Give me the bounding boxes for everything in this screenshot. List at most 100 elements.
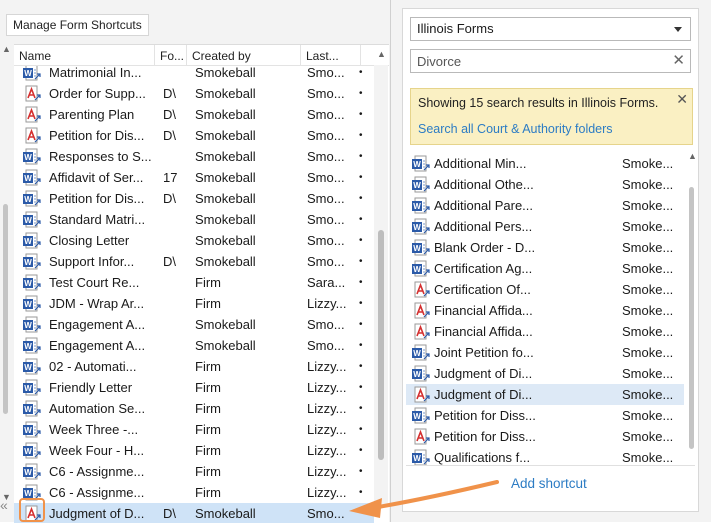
collapse-panel-icon[interactable]: « bbox=[0, 497, 8, 513]
shortcut-created-by: Firm bbox=[195, 275, 221, 290]
search-result-row[interactable]: W Blank Order - D... Smoke... bbox=[406, 237, 684, 258]
shortcut-more: • bbox=[359, 172, 363, 183]
shortcut-created-by: Firm bbox=[195, 359, 221, 374]
result-name: Financial Affida... bbox=[434, 303, 533, 318]
dropdown-selected-value: Illinois Forms bbox=[417, 21, 494, 36]
shortcut-row[interactable]: W Standard Matri... Smokeball Smo... • bbox=[14, 209, 374, 230]
search-input[interactable] bbox=[411, 50, 666, 72]
word-document-shortcut-icon: W bbox=[22, 148, 42, 165]
results-scroll-thumb[interactable] bbox=[689, 187, 694, 449]
search-result-row[interactable]: W Judgment of Di... Smoke... bbox=[406, 363, 684, 384]
shortcut-row[interactable]: W Automation Se... Firm Lizzy... • bbox=[14, 398, 374, 419]
shortcut-folder bbox=[163, 482, 187, 503]
shortcut-row[interactable]: W Petition for Dis... D\ Smokeball Smo... • bbox=[14, 188, 374, 209]
panel-scroll-thumb[interactable] bbox=[3, 204, 8, 414]
svg-text:W: W bbox=[413, 223, 421, 232]
search-result-row[interactable]: W Qualifications f... Smoke... bbox=[406, 447, 684, 466]
svg-text:W: W bbox=[24, 489, 32, 498]
shortcut-row[interactable]: W Friendly Letter Firm Lizzy... • bbox=[14, 377, 374, 398]
shortcut-last-modified: Lizzy... bbox=[307, 464, 347, 479]
shortcut-row[interactable]: W Support Infor... D\ Smokeball Smo... • bbox=[14, 251, 374, 272]
search-result-row[interactable]: W Certification Ag... Smoke... bbox=[406, 258, 684, 279]
word-document-shortcut-icon: W bbox=[411, 260, 431, 277]
panel-scrollbar[interactable]: ▲ ▼ bbox=[0, 44, 12, 504]
shortcut-row[interactable]: W C6 - Assignme... Firm Lizzy... • bbox=[14, 482, 374, 503]
shortcut-row[interactable]: W Affidavit of Ser... 17 Smokeball Smo... • bbox=[14, 167, 374, 188]
search-result-row[interactable]: Petition for Diss... Smoke... bbox=[406, 426, 684, 447]
column-header-created-by[interactable]: Created by bbox=[187, 45, 301, 66]
pdf-document-shortcut-icon bbox=[411, 386, 431, 403]
notice-text: Showing 15 search results in Illinois Fo… bbox=[418, 96, 659, 110]
shortcut-row[interactable]: Parenting Plan D\ Smokeball Smo... • bbox=[14, 104, 374, 125]
result-last-modified: Smoke... bbox=[622, 345, 674, 360]
search-field[interactable]: ✕ bbox=[410, 49, 691, 73]
shortcut-row[interactable]: W Test Court Re... Firm Sara... • bbox=[14, 272, 374, 293]
clear-search-icon[interactable]: ✕ bbox=[672, 51, 685, 71]
shortcut-last-modified: Lizzy... bbox=[307, 443, 347, 458]
shortcut-row[interactable]: Order for Supp... D\ Smokeball Smo... • bbox=[14, 83, 374, 104]
shortcut-folder bbox=[163, 230, 187, 251]
search-all-folders-link[interactable]: Search all Court & Authority folders bbox=[418, 122, 613, 136]
scroll-up-icon[interactable]: ▲ bbox=[688, 151, 697, 161]
shortcut-created-by: Smokeball bbox=[195, 317, 256, 332]
result-name: Joint Petition fo... bbox=[434, 345, 534, 360]
shortcut-row[interactable]: W Responses to S... Smokeball Smo... • bbox=[14, 146, 374, 167]
search-result-row[interactable]: Financial Affida... Smoke... bbox=[406, 300, 684, 321]
shortcut-more bbox=[359, 503, 369, 523]
search-result-row[interactable]: W Additional Pers... Smoke... bbox=[406, 216, 684, 237]
shortcut-folder bbox=[163, 293, 187, 314]
shortcut-row[interactable]: W Closing Letter Smokeball Smo... • bbox=[14, 230, 374, 251]
results-scrollbar[interactable]: ▲ bbox=[685, 149, 697, 454]
shortcut-folder: D\ bbox=[163, 254, 176, 269]
result-name: Judgment of Di... bbox=[434, 387, 533, 402]
word-document-shortcut-icon: W bbox=[411, 218, 431, 235]
search-result-row[interactable]: W Joint Petition fo... Smoke... bbox=[406, 342, 684, 363]
shortcut-row[interactable]: W JDM - Wrap Ar... Firm Lizzy... • bbox=[14, 293, 374, 314]
svg-text:W: W bbox=[413, 349, 421, 358]
add-shortcut-button[interactable]: Add shortcut bbox=[511, 476, 587, 491]
result-name: Additional Othe... bbox=[434, 177, 534, 192]
result-last-modified: Smoke... bbox=[622, 366, 674, 381]
column-header-folder[interactable]: Fo... bbox=[155, 45, 187, 66]
shortcut-row[interactable]: W Engagement A... Smokeball Smo... • bbox=[14, 335, 374, 356]
shortcut-name: Automation Se... bbox=[49, 401, 146, 416]
shortcut-row[interactable]: W C6 - Assignme... Firm Lizzy... • bbox=[14, 461, 374, 482]
shortcut-name: Engagement A... bbox=[49, 338, 146, 353]
forms-folder-dropdown[interactable]: Illinois Forms bbox=[410, 17, 691, 41]
shortcut-more: • bbox=[359, 109, 363, 120]
word-document-shortcut-icon: W bbox=[22, 253, 42, 270]
shortcut-created-by: Smokeball bbox=[195, 66, 256, 80]
shortcut-row[interactable]: W Matrimonial In... Smokeball Smo... • bbox=[14, 66, 374, 83]
search-result-row[interactable]: W Additional Pare... Smoke... bbox=[406, 195, 684, 216]
grid-scrollbar[interactable]: ▲ bbox=[374, 49, 388, 505]
search-result-row[interactable]: Financial Affida... Smoke... bbox=[406, 321, 684, 342]
search-result-row[interactable]: W Petition for Diss... Smoke... bbox=[406, 405, 684, 426]
shortcut-more: • bbox=[359, 466, 363, 477]
shortcut-row[interactable]: W Week Four - H... Firm Lizzy... • bbox=[14, 440, 374, 461]
column-header-name[interactable]: Name bbox=[14, 45, 155, 66]
word-document-shortcut-icon: W bbox=[22, 442, 42, 459]
shortcut-more: • bbox=[359, 382, 363, 393]
manage-form-shortcuts-button[interactable]: Manage Form Shortcuts bbox=[6, 14, 149, 36]
shortcut-created-by: Firm bbox=[195, 296, 221, 311]
close-notice-icon[interactable]: ✕ bbox=[676, 91, 688, 108]
shortcut-folder bbox=[163, 398, 187, 419]
grid-scroll-thumb[interactable] bbox=[378, 230, 384, 460]
shortcut-created-by: Smokeball bbox=[195, 107, 256, 122]
shortcut-row[interactable]: W Engagement A... Smokeball Smo... • bbox=[14, 314, 374, 335]
result-name: Certification Ag... bbox=[434, 261, 533, 276]
shortcut-last-modified: Lizzy... bbox=[307, 401, 347, 416]
search-result-row[interactable]: W Additional Min... Smoke... bbox=[406, 153, 684, 174]
shortcut-row[interactable]: W 02 - Automati... Firm Lizzy... • bbox=[14, 356, 374, 377]
column-header-last[interactable]: Last... bbox=[301, 45, 361, 66]
word-document-shortcut-icon: W bbox=[411, 449, 431, 466]
shortcut-last-modified: Smo... bbox=[307, 338, 345, 353]
shortcut-row[interactable]: Petition for Dis... D\ Smokeball Smo... • bbox=[14, 125, 374, 146]
scroll-up-icon[interactable]: ▲ bbox=[2, 44, 11, 54]
shortcut-row[interactable]: W Week Three -... Firm Lizzy... • bbox=[14, 419, 374, 440]
search-result-row[interactable]: Certification Of... Smoke... bbox=[406, 279, 684, 300]
search-result-row[interactable]: W Additional Othe... Smoke... bbox=[406, 174, 684, 195]
scroll-up-icon[interactable]: ▲ bbox=[377, 49, 386, 59]
search-result-row[interactable]: Judgment of Di... Smoke... bbox=[406, 384, 684, 405]
shortcut-row[interactable]: Judgment of D... D\ Smokeball Smo... bbox=[14, 503, 374, 523]
